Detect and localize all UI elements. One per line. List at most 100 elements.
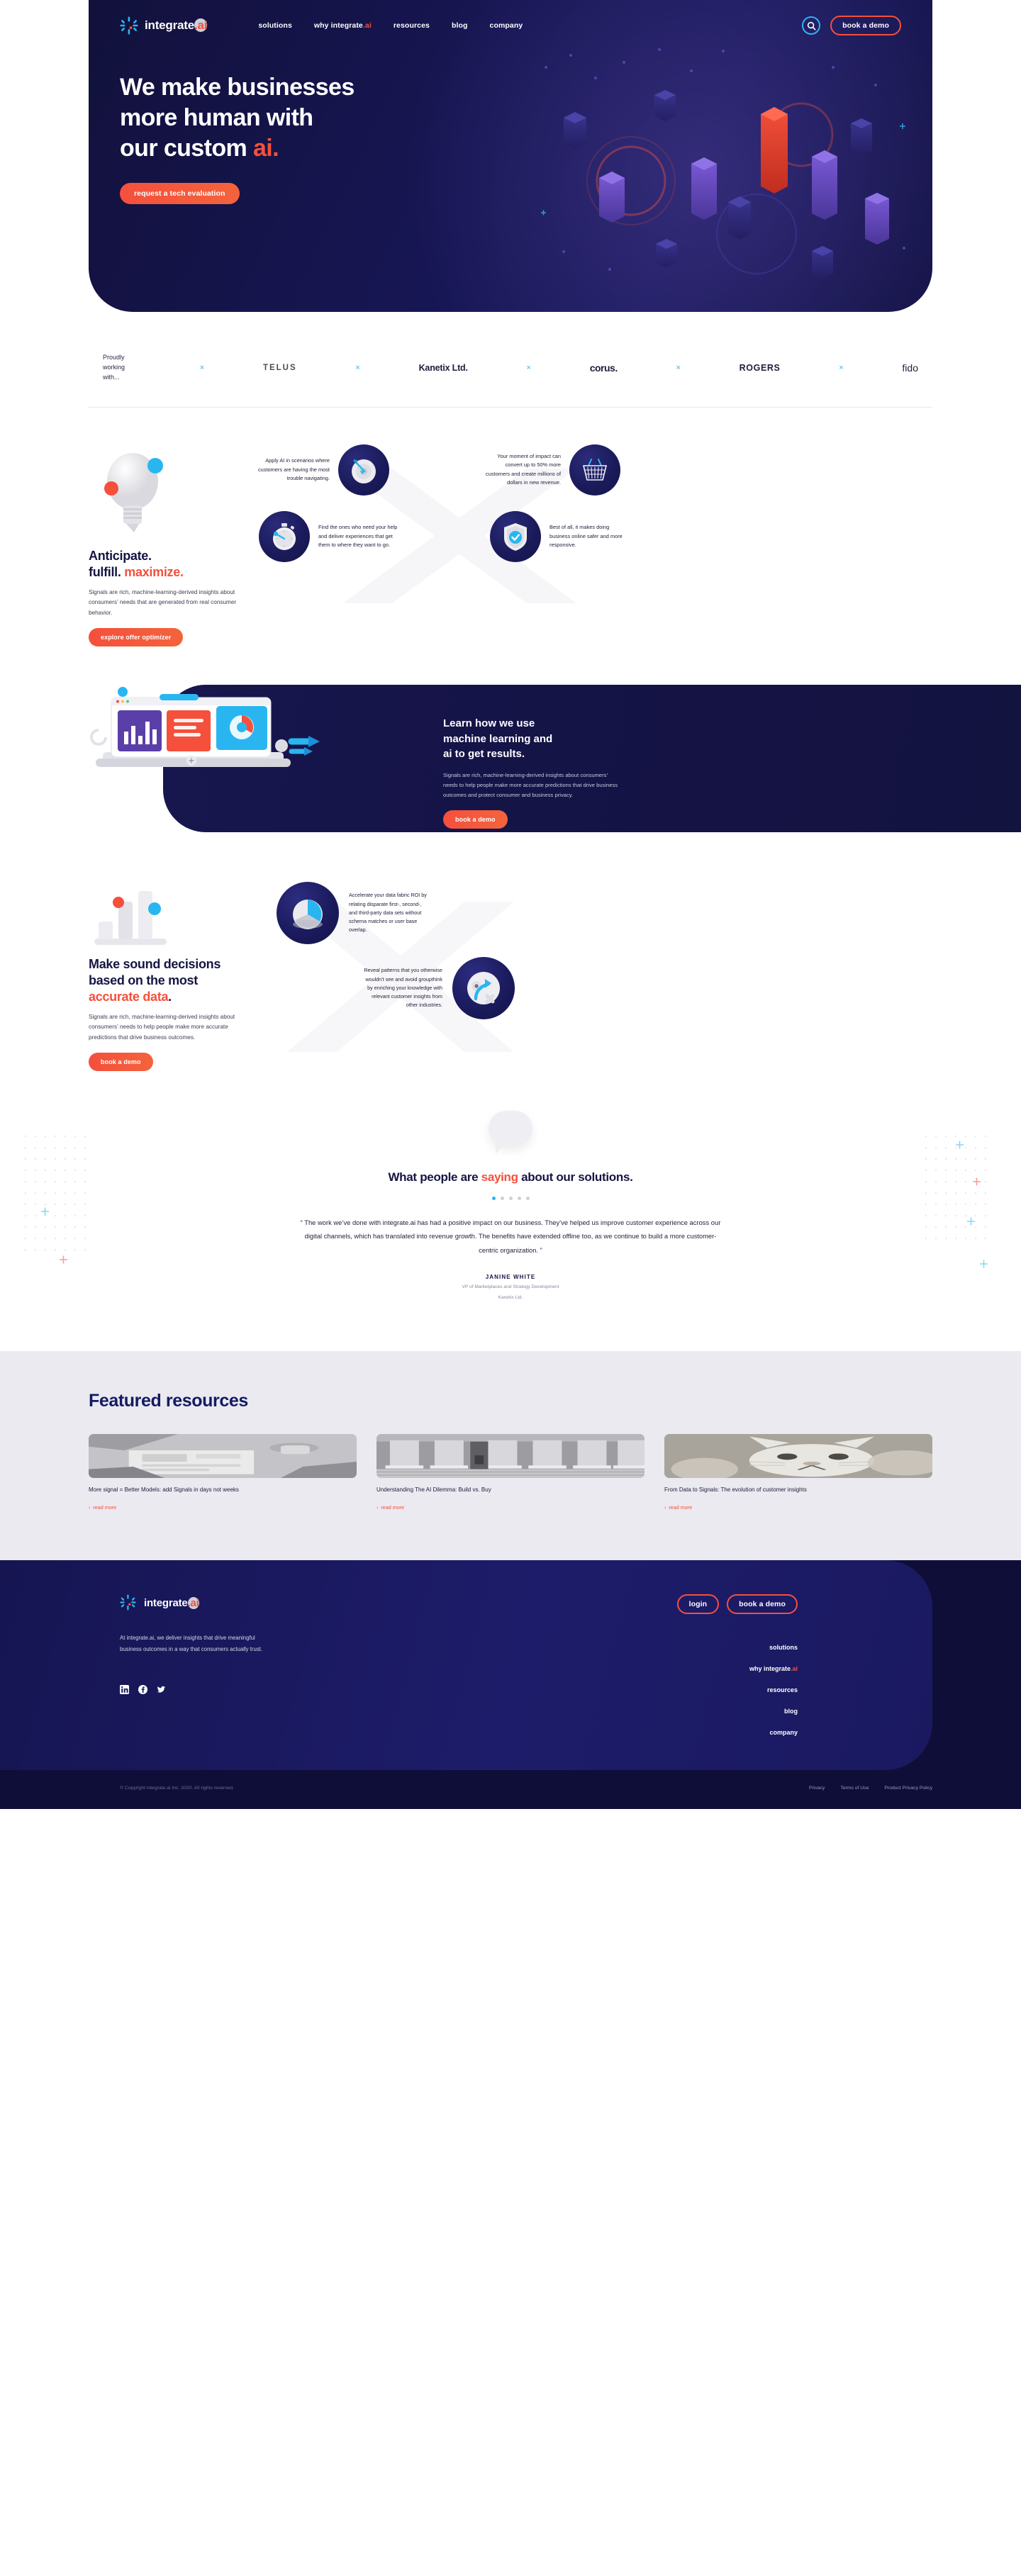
ml-book-a-demo-button[interactable]: book a demo	[443, 810, 508, 829]
footer-main: integrate.ai At integrate.ai, we deliver…	[0, 1559, 932, 1770]
partners-bar: Proudly working with... × TELUS × Kaneti…	[89, 353, 932, 408]
featured-resources-section: Featured resources More signal = Better …	[0, 1351, 1021, 1560]
nav-item-why-integrate-ai[interactable]: why integrate.ai	[314, 21, 372, 30]
lightbulb-illustration	[93, 444, 174, 544]
pagination-dot-2[interactable]	[500, 1197, 504, 1201]
footer-nav-column: login book a demo solutions why integrat…	[676, 1594, 932, 1736]
integrate-ai-logo-icon	[120, 1594, 138, 1613]
resource-card[interactable]: Understanding The AI Dilemma: Build vs. …	[376, 1434, 645, 1511]
copyright-text: © Copyright integrate.ai Inc. 2020. All …	[120, 1785, 235, 1791]
anticipate-title-line-1: Anticipate.	[89, 548, 152, 563]
brand-logo-text: integrate.ai	[145, 18, 208, 32]
feature-text-1: Apply AI in scenarios where customers ar…	[257, 457, 330, 482]
nav-item-company[interactable]: company	[490, 21, 523, 30]
landing-page: integrate.ai solutions why integrate.ai …	[0, 0, 1021, 1809]
partner-separator-icon: ×	[526, 363, 531, 372]
legal-link-privacy[interactable]: Privacy	[809, 1786, 825, 1791]
sound-book-a-demo-button[interactable]: book a demo	[89, 1053, 153, 1072]
hero-title-accent: ai.	[252, 135, 279, 162]
footer-link-blog[interactable]: blog	[677, 1708, 798, 1715]
footer-book-a-demo-button[interactable]: book a demo	[727, 1594, 798, 1614]
brand-logo[interactable]: integrate.ai	[120, 16, 208, 35]
legal-link-terms[interactable]: Terms of Use	[840, 1786, 869, 1791]
partner-separator-icon: ×	[839, 363, 844, 372]
footer-buttons: login book a demo	[676, 1594, 798, 1614]
hero-title-line-1: We make businesses	[120, 74, 355, 101]
partner-separator-icon: ×	[199, 363, 205, 372]
sound-decisions-title: Make sound decisions based on the most a…	[89, 956, 221, 1004]
feature-text-3: Find the ones who need your help and del…	[318, 524, 398, 549]
twitter-icon[interactable]	[157, 1685, 166, 1694]
partner-logo-corus: corus.	[589, 362, 618, 374]
resource-card[interactable]: More signal = Better Models: add Signals…	[89, 1434, 357, 1511]
linkedin-icon[interactable]	[120, 1685, 129, 1695]
pagination-dot-3[interactable]	[508, 1197, 513, 1201]
classical-columns-photo	[376, 1434, 645, 1479]
legal-link-product-privacy[interactable]: Product Privacy Policy	[884, 1786, 932, 1791]
team-meeting-photo	[89, 1434, 357, 1479]
pagination-dot-4[interactable]	[517, 1197, 521, 1201]
laptop-dashboard-illustration	[89, 685, 422, 832]
sound-decisions-section: Make sound decisions based on the most a…	[0, 832, 1021, 1072]
nav-actions: book a demo	[802, 16, 901, 35]
partner-logo-telus: TELUS	[262, 363, 297, 372]
sound-decisions-copy: Make sound decisions based on the most a…	[89, 882, 255, 1072]
partners-label: Proudly working with...	[103, 354, 125, 381]
testimonial-pagination-dots[interactable]	[89, 1197, 932, 1201]
partner-logo-rogers: ROGERS	[739, 362, 781, 373]
bar-chart-illustration	[89, 882, 174, 949]
facebook-icon[interactable]	[138, 1685, 147, 1695]
footer-bottom-bar: © Copyright integrate.ai Inc. 2020. All …	[0, 1769, 1021, 1809]
shield-check-icon	[490, 510, 541, 562]
testimonial-author: JANINE WHITE	[485, 1273, 536, 1280]
sound-decisions-paragraph: Signals are rich, machine-learning-deriv…	[89, 1014, 235, 1041]
read-more-link[interactable]: › read more	[89, 1504, 357, 1511]
resource-cards: More signal = Better Models: add Signals…	[89, 1434, 932, 1511]
hero-title-line-3: our custom	[120, 135, 253, 162]
explore-offer-optimizer-button[interactable]: explore offer optimizer	[89, 627, 184, 646]
footer-link-why-integrate-ai[interactable]: why integrate.ai	[677, 1665, 798, 1672]
footer-link-resources[interactable]: resources	[677, 1686, 798, 1693]
book-a-demo-button[interactable]: book a demo	[830, 16, 901, 35]
request-tech-evaluation-button[interactable]: request a tech evaluation	[120, 182, 240, 204]
feature-row-top: Apply AI in scenarios where customers ar…	[250, 444, 932, 495]
machine-learning-paragraph: Signals are rich, machine-learning-deriv…	[443, 772, 618, 799]
arrow-pivot-icon	[452, 956, 515, 1019]
footer-description: At integrate.ai, we deliver insights tha…	[120, 1634, 263, 1653]
machine-learning-section: Learn how we use machine learning and ai…	[0, 684, 1021, 832]
top-navigation: integrate.ai solutions why integrate.ai …	[89, 0, 932, 35]
feature-text-4: Best of all, it makes doing business onl…	[549, 524, 623, 549]
resource-title: More signal = Better Models: add Signals…	[89, 1486, 239, 1494]
feature-row-bottom: Find the ones who need your help and del…	[250, 510, 932, 562]
pagination-dot-5[interactable]	[525, 1197, 530, 1201]
dot-grid-decoration-left	[24, 1135, 87, 1264]
read-more-link[interactable]: › read more	[376, 1504, 645, 1511]
stopwatch-icon	[259, 510, 310, 562]
anticipate-features: Apply AI in scenarios where customers ar…	[243, 444, 932, 646]
legal-links: Privacy Terms of Use Product Privacy Pol…	[809, 1786, 932, 1791]
sound-feature-row-2: Reveal patterns that you otherwise would…	[363, 956, 932, 1019]
speech-bubble-icon	[489, 1111, 532, 1155]
search-icon[interactable]	[802, 16, 821, 35]
site-footer: integrate.ai At integrate.ai, we deliver…	[0, 1559, 1021, 1809]
nav-item-resources[interactable]: resources	[394, 21, 430, 30]
login-button[interactable]: login	[676, 1594, 720, 1614]
footer-link-solutions[interactable]: solutions	[677, 1644, 798, 1651]
sound-title-accent: accurate data	[89, 989, 169, 1004]
read-more-link[interactable]: › read more	[664, 1504, 932, 1511]
resource-card[interactable]: From Data to Signals: The evolution of c…	[664, 1434, 932, 1511]
chevron-right-icon: ›	[664, 1503, 666, 1511]
machine-learning-copy: Learn how we use machine learning and ai…	[422, 685, 932, 829]
featured-resources-title: Featured resources	[89, 1391, 248, 1411]
hero-content: We make businesses more human with our c…	[89, 35, 932, 204]
nav-item-blog[interactable]: blog	[452, 21, 468, 30]
nav-item-solutions[interactable]: solutions	[258, 21, 292, 30]
testimonial-quote: “ The work we’ve done with integrate.ai …	[300, 1219, 721, 1254]
footer-logo[interactable]: integrate.ai	[120, 1594, 311, 1613]
hero-wrapper: integrate.ai solutions why integrate.ai …	[0, 0, 1021, 312]
testimonial-heading: What people are saying about our solutio…	[388, 1170, 633, 1185]
footer-link-company[interactable]: company	[677, 1729, 798, 1736]
footer-brand-column: integrate.ai At integrate.ai, we deliver…	[120, 1594, 311, 1736]
partner-logo-fido: fido	[902, 362, 918, 374]
pagination-dot-1[interactable]	[491, 1197, 496, 1201]
